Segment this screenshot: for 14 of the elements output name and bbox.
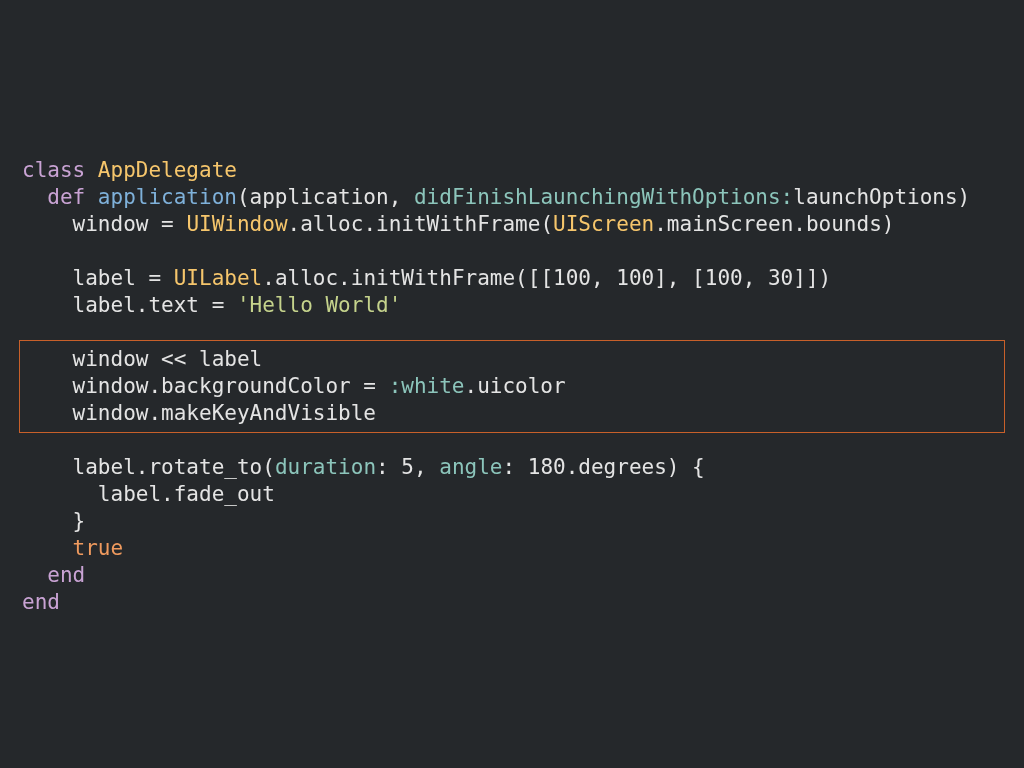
code-line: label.fade_out (96, 481, 275, 508)
code-line: true (71, 535, 124, 562)
code-line: window = UIWindow.alloc.initWithFrame(UIScreen.mainScreen.bounds) (71, 211, 895, 238)
code-line: label = UILabel.alloc.initWithFrame([[100, 100], [100, 30]]) (71, 265, 832, 292)
code-line: window << label (71, 346, 263, 373)
code-line: window.backgroundColor = :white.uicolor (71, 373, 566, 400)
code-line: label.rotate_to(duration: 5, angle: 180.degrees) { (71, 454, 705, 481)
code-line: class AppDelegate (22, 157, 237, 184)
code-line: end (46, 562, 86, 589)
code-line: } (71, 508, 86, 535)
code-line: window.makeKeyAndVisible (71, 400, 376, 427)
code-line: def application(application, didFinishLaunchingWithOptions:launchOptions) (46, 184, 971, 211)
code-line: label.text = 'Hello World' (71, 292, 402, 319)
code-line: end (22, 589, 60, 616)
